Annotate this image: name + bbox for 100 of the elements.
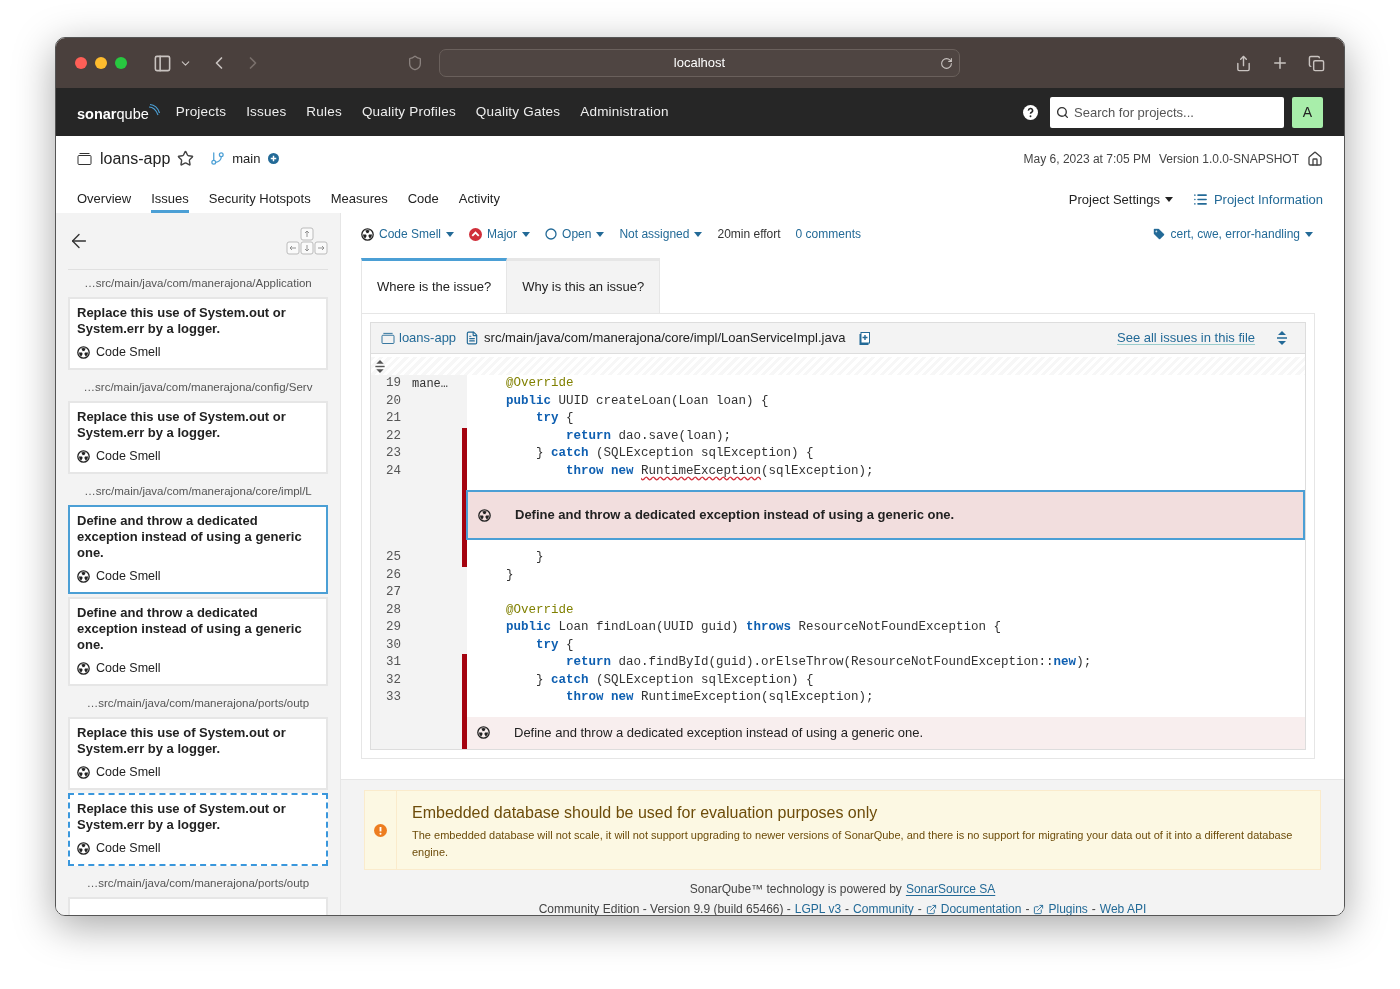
file-icon: [465, 331, 480, 345]
project-tab[interactable]: Security Hotspots: [208, 181, 311, 213]
issue-message: Define and throw a dedicated exception instead of using a generic one.: [514, 723, 924, 742]
code-line: } catch (SQLException sqlException) {: [535, 445, 814, 463]
issue-card[interactable]: Replace this use of System.out or System.err by a logger. Code Smell: [68, 401, 328, 474]
footer-text: -: [1025, 901, 1030, 915]
copy-file-icon[interactable]: [859, 331, 871, 345]
project-tab[interactable]: Issues: [151, 181, 189, 213]
reload-icon[interactable]: [940, 56, 953, 70]
line-number: 26: [385, 566, 401, 584]
project-name[interactable]: loans-app: [100, 146, 171, 171]
project-tab[interactable]: Code: [407, 181, 439, 213]
keyboard-shortcuts-drawing: [286, 227, 328, 255]
type-dropdown[interactable]: Code Smell: [361, 225, 455, 243]
status-dropdown[interactable]: Open: [545, 225, 605, 243]
issue-tab[interactable]: Where is the issue?: [361, 258, 508, 313]
footer-link[interactable]: Web API: [1099, 900, 1147, 915]
project-tab[interactable]: Overview: [77, 181, 132, 213]
add-circle-icon[interactable]: [268, 153, 280, 164]
line-number: 23: [385, 445, 401, 463]
file-path: …src/main/java/com/manerajona/Application: [83, 276, 313, 291]
footer-link[interactable]: Community: [853, 900, 914, 915]
search-field[interactable]: Search for projects...: [1050, 96, 1284, 128]
search-icon: [1056, 105, 1069, 119]
nav-link[interactable]: Quality Profiles: [361, 101, 456, 123]
issue-message-box[interactable]: Define and throw a dedicated exception instead of using a generic one.: [466, 490, 1305, 540]
home-icon[interactable]: [1307, 150, 1323, 167]
code-smell-icon: [77, 661, 90, 675]
logo[interactable]: sonarqube: [77, 103, 160, 121]
nav-link[interactable]: Projects: [175, 101, 227, 123]
external-link-icon: [1033, 903, 1045, 915]
project-settings-dropdown[interactable]: Project Settings: [1068, 190, 1173, 210]
project-icon: [77, 152, 92, 165]
footer-link[interactable]: SonarSource SA: [905, 880, 996, 898]
issue-card[interactable]: Replace this use of System.out or System.err by a logger. Code Smell: [68, 717, 328, 790]
code-smell-icon: [477, 726, 490, 739]
caret-icon: [694, 231, 703, 237]
line-number: 25: [385, 549, 401, 567]
shield-icon[interactable]: [407, 55, 423, 71]
star-icon[interactable]: [177, 150, 195, 167]
nav-link[interactable]: Issues: [246, 101, 287, 123]
project-link[interactable]: loans-app: [399, 328, 457, 348]
footer-link[interactable]: Plugins: [1033, 900, 1088, 915]
file-path: …src/main/java/com/manerajona/core/impl/L: [83, 484, 313, 499]
severity-dropdown[interactable]: Major: [469, 225, 531, 243]
issue-tab[interactable]: Why is this an issue?: [507, 258, 661, 313]
project-tab[interactable]: Activity: [458, 181, 500, 213]
caret-icon: [446, 231, 455, 237]
new-tab-icon[interactable]: [1271, 54, 1289, 72]
list-icon: [1192, 192, 1208, 208]
issue-message: Replace this use of System.out or System.err by a logger.: [77, 800, 287, 833]
sidebar-toggle-icon[interactable]: [153, 53, 172, 73]
nav-link[interactable]: Quality Gates: [475, 101, 561, 123]
footer-link[interactable]: Documentation: [925, 900, 1022, 915]
user-avatar[interactable]: A: [1292, 96, 1323, 128]
footer-link[interactable]: LGPL v3: [794, 900, 842, 915]
issue-message: Define and throw a dedicated exception instead of using a generic one.: [515, 506, 955, 525]
severity-icon: [469, 227, 483, 241]
assignee-dropdown[interactable]: Not assigned: [619, 225, 703, 243]
code-line: return dao.findById(guid).orElseThrow(ResourceNotFoundException::new);: [565, 654, 1092, 672]
issue-message: Replace this use of System.out or System.err by a logger.: [77, 725, 287, 757]
issue-card[interactable]: Define and throw a dedicated exception instead of using a generic one. Code Smell: [68, 597, 328, 686]
nav-link[interactable]: Rules: [306, 101, 342, 123]
minimize-window-button[interactable]: [95, 57, 107, 69]
line-number: 22: [385, 427, 401, 445]
caret-icon: [1164, 197, 1173, 203]
address-bar[interactable]: localhost: [439, 49, 960, 77]
close-window-button[interactable]: [75, 57, 87, 69]
issue-message-box[interactable]: Define and throw a dedicated exception instead of using a generic one.: [467, 716, 1305, 749]
warning-text: The embedded database will not scale, it will not support upgrading to newer versions of SonarQube, and there is no support for migrating your data out of it into a different database engine.: [412, 828, 1294, 860]
issue-type: Code Smell: [96, 839, 161, 857]
issue-message: Define and throw a dedicated exception instead of using a generic one.: [77, 513, 303, 562]
footer-text: -: [845, 901, 850, 915]
footer-text: -: [1091, 901, 1096, 915]
expand-icon[interactable]: [1277, 331, 1287, 345]
see-all-issues-link[interactable]: See all issues in this file: [1117, 328, 1255, 348]
code-line: throw new RuntimeException(sqlException);: [565, 462, 874, 480]
maximize-window-button[interactable]: [115, 57, 127, 69]
project-information-link[interactable]: Project Information: [1192, 190, 1323, 210]
code-line: @Override: [505, 375, 574, 393]
project-tab[interactable]: Measures: [330, 181, 388, 213]
caret-icon: [596, 231, 605, 237]
nav-link[interactable]: Administration: [580, 101, 669, 123]
status-circle-icon: [545, 228, 558, 240]
tabs-overview-icon[interactable]: [1308, 54, 1325, 72]
line-number: 20: [385, 392, 401, 410]
code-smell-icon: [77, 570, 90, 584]
file-path: …src/main/java/com/manerajona/ports/outp: [85, 875, 311, 891]
branch-name[interactable]: main: [232, 148, 261, 169]
share-icon[interactable]: [1235, 54, 1252, 72]
expand-icon[interactable]: [375, 359, 385, 373]
help-icon[interactable]: [1023, 104, 1038, 120]
comments-link[interactable]: 0 comments: [795, 225, 861, 243]
issue-message: Replace this use of System.out or System.err by a logger.: [77, 305, 287, 338]
tags-dropdown[interactable]: cert, cwe, error-handling: [1151, 225, 1313, 243]
issue-card[interactable]: Replace this use of System.out or System.err by a logger. Code Smell: [68, 297, 328, 370]
caret-icon: [1305, 231, 1313, 237]
code-smell-icon: [77, 841, 90, 855]
issue-card[interactable]: Replace this use of System.out or System.err by a logger. Code Smell: [68, 792, 328, 866]
issue-card[interactable]: Define and throw a dedicated exception instead of using a generic one. Code Smell: [68, 505, 328, 594]
